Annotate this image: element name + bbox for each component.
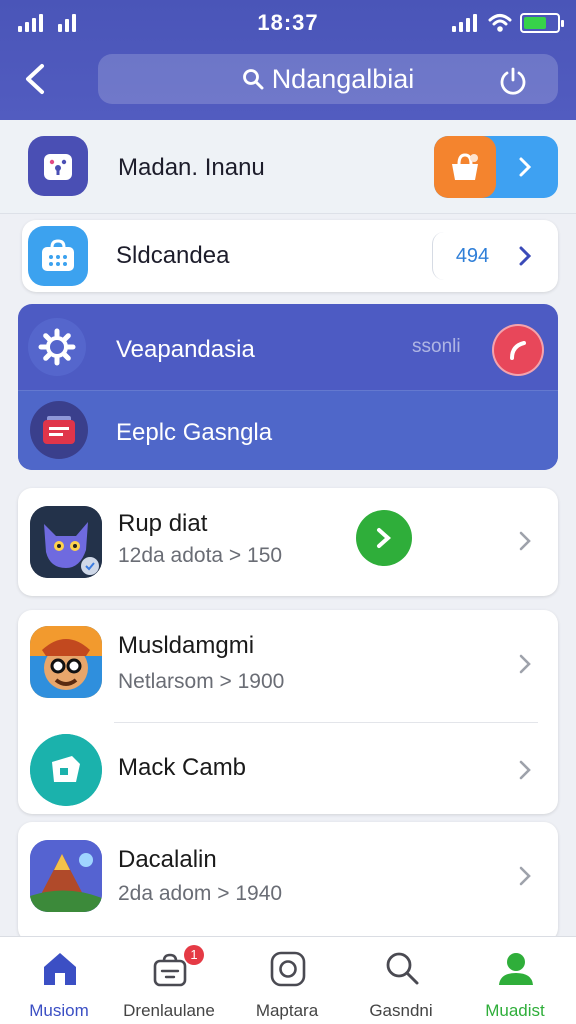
list-item-row1[interactable]: Madan. Inanu — [0, 120, 576, 214]
nav-label: Maptara — [255, 1001, 319, 1020]
app-subtitle: 2da adom > 1940 — [118, 882, 283, 905]
back-arrow-icon[interactable] — [20, 62, 50, 96]
instagram-icon — [270, 951, 306, 987]
home-icon — [44, 953, 76, 985]
chevron-right-icon[interactable] — [518, 529, 532, 553]
open-app-button[interactable] — [356, 510, 412, 566]
nav-item-maps[interactable]: Maptara — [232, 945, 342, 1021]
chevron-right-icon[interactable] — [518, 652, 532, 676]
nav-label: Gasndni — [369, 1001, 433, 1020]
list-item-row2[interactable]: Sldcandea 494 — [22, 220, 558, 292]
app-list-item-2[interactable]: Musldamgmi Netlarsom > 1900 — [18, 610, 558, 722]
nav-item-profile[interactable]: Muadist — [460, 945, 570, 1021]
teal-app-icon — [30, 734, 102, 806]
nav-item-home[interactable]: Musiom — [4, 945, 114, 1021]
app-card-4[interactable]: Dacalalin 2da adom > 1940 — [18, 822, 558, 942]
list-item-row3[interactable]: Veapandasia ssonli — [18, 304, 558, 390]
app-list-item-3[interactable]: Mack Camb — [18, 722, 558, 814]
signal-strength-icon — [452, 14, 477, 32]
search-text: Ndangalbiai — [271, 63, 415, 94]
lock-app-icon — [28, 136, 88, 196]
chevron-right-icon — [519, 246, 532, 266]
row1-action-button[interactable] — [434, 136, 558, 198]
nav-item-search[interactable]: Gasndni — [346, 945, 456, 1021]
wifi-icon — [488, 14, 512, 32]
row1-label: Madan. Inanu — [118, 154, 265, 181]
app-card-1[interactable]: Rup diat 12da adota > 150 — [18, 488, 558, 596]
app-subtitle: 12da adota > 150 — [118, 544, 283, 567]
briefcase-icon — [28, 226, 88, 286]
highlighted-group: Veapandasia ssonli Eeplc Gasngla — [18, 304, 558, 470]
app-subtitle: Netlarsom > 1900 — [118, 670, 285, 693]
nav-item-shop[interactable]: 1 Drenlaulane — [114, 945, 224, 1021]
chevron-right-icon — [519, 157, 532, 177]
mountain-app-icon — [30, 840, 102, 912]
app-title: Dacalalin — [118, 846, 217, 873]
row2-count-value: 494 — [455, 244, 490, 267]
nav-label: Muadist — [485, 1001, 545, 1020]
search-icon — [242, 69, 264, 90]
chevron-right-icon — [377, 528, 392, 548]
character-avatar-icon — [30, 626, 102, 698]
app-card-group: Musldamgmi Netlarsom > 1900 Mack Camb — [18, 610, 558, 814]
cat-avatar-icon — [30, 506, 102, 578]
notification-badge: 1 — [184, 945, 204, 965]
search-icon — [386, 952, 419, 985]
app-title: Musldamgmi — [118, 632, 255, 659]
bag-icon — [434, 136, 496, 198]
app-title: Mack Camb — [118, 754, 247, 781]
gear-icon — [28, 318, 86, 376]
app-title: Rup diat — [118, 510, 208, 537]
battery-icon — [520, 13, 564, 33]
power-icon[interactable] — [498, 66, 528, 96]
chevron-right-icon[interactable] — [518, 864, 532, 888]
row3-action-button[interactable] — [492, 324, 544, 376]
chevron-right-icon[interactable] — [518, 758, 532, 782]
card-icon — [30, 401, 88, 459]
row2-count[interactable]: 494 — [432, 232, 512, 280]
row3-side-text: ssonli — [412, 336, 461, 357]
list-item-row4[interactable]: Eeplc Gasngla — [18, 390, 558, 470]
phone-icon — [510, 341, 526, 360]
nav-label: Drenlaulane — [123, 1001, 215, 1020]
nav-label: Musiom — [29, 1001, 89, 1020]
bottom-navigation: Musiom 1 Drenlaulane Maptara Gasndni Mua… — [0, 936, 576, 1024]
status-bar: 18:37 — [0, 0, 576, 46]
top-app-bar: 18:37 Ndangalbiai — [0, 0, 576, 120]
row2-label: Sldcandea — [116, 242, 230, 269]
profile-icon — [499, 953, 533, 985]
search-bar[interactable]: Ndangalbiai — [98, 54, 558, 104]
row3-label: Veapandasia — [116, 336, 255, 363]
row4-label: Eeplc Gasngla — [116, 419, 273, 446]
